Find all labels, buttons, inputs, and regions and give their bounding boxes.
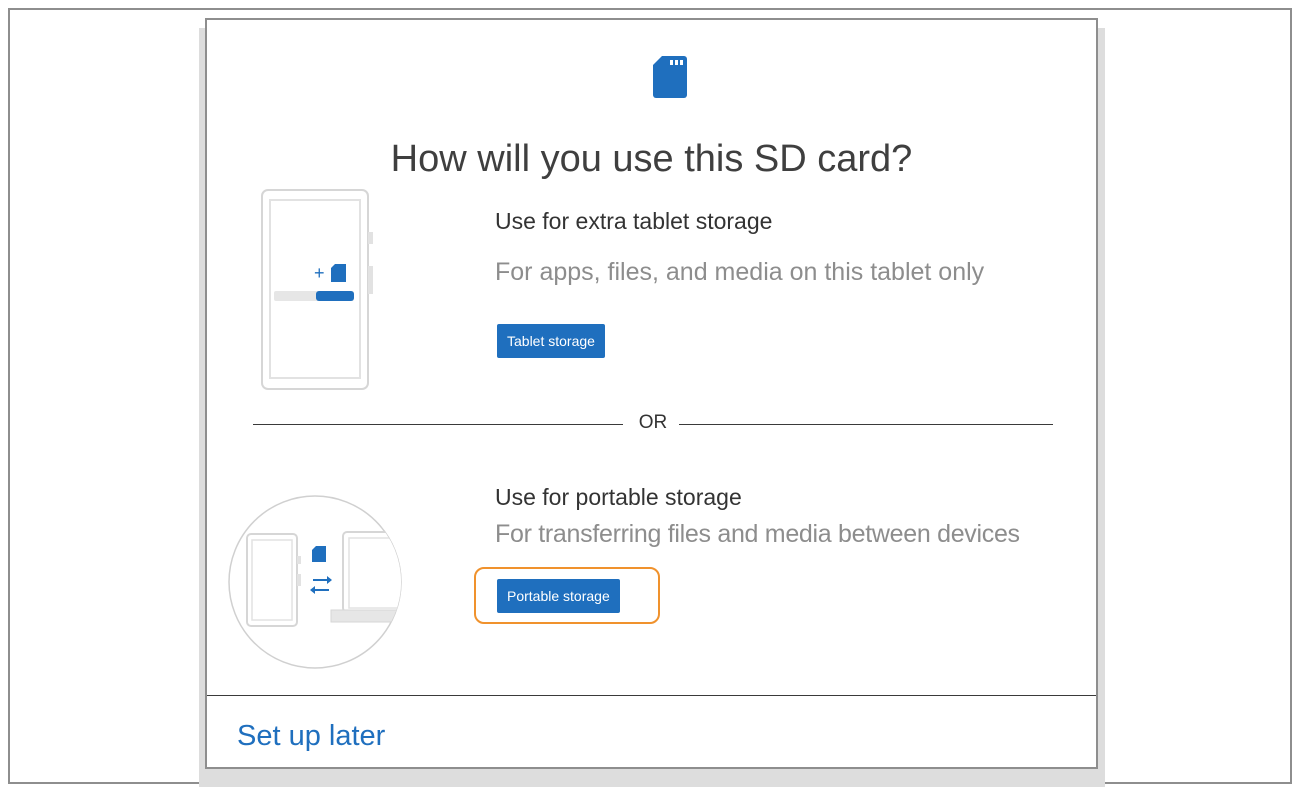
tablet-icon bbox=[246, 533, 301, 627]
sd-card-icon bbox=[312, 546, 326, 562]
or-divider: OR bbox=[253, 412, 1053, 436]
set-up-later-link[interactable]: Set up later bbox=[237, 720, 385, 753]
or-label: OR bbox=[638, 412, 668, 433]
tablet-option-description: For apps, files, and media on this table… bbox=[495, 258, 985, 286]
tablet-storage-illustration: + bbox=[261, 189, 373, 390]
sd-card-icon bbox=[653, 56, 687, 98]
storage-bar-fill bbox=[316, 291, 354, 301]
footer-divider bbox=[207, 695, 1096, 696]
portable-storage-illustration bbox=[228, 495, 402, 669]
portable-option-description: For transferring files and media between… bbox=[495, 520, 1020, 548]
divider-line-left bbox=[253, 424, 623, 425]
dialog-title: How will you use this SD card? bbox=[390, 138, 913, 180]
tablet-storage-button[interactable]: Tablet storage bbox=[497, 324, 605, 358]
portable-storage-button[interactable]: Portable storage bbox=[497, 579, 620, 613]
tablet-option-title: Use for extra tablet storage bbox=[495, 208, 773, 234]
portable-option-title: Use for portable storage bbox=[495, 484, 742, 510]
sd-card-icon bbox=[331, 264, 346, 282]
tablet-icon bbox=[261, 189, 373, 390]
divider-line-right bbox=[679, 424, 1053, 425]
plus-sign: + bbox=[314, 263, 325, 283]
sd-card-setup-dialog: How will you use this SD card? + Use for… bbox=[205, 18, 1098, 769]
